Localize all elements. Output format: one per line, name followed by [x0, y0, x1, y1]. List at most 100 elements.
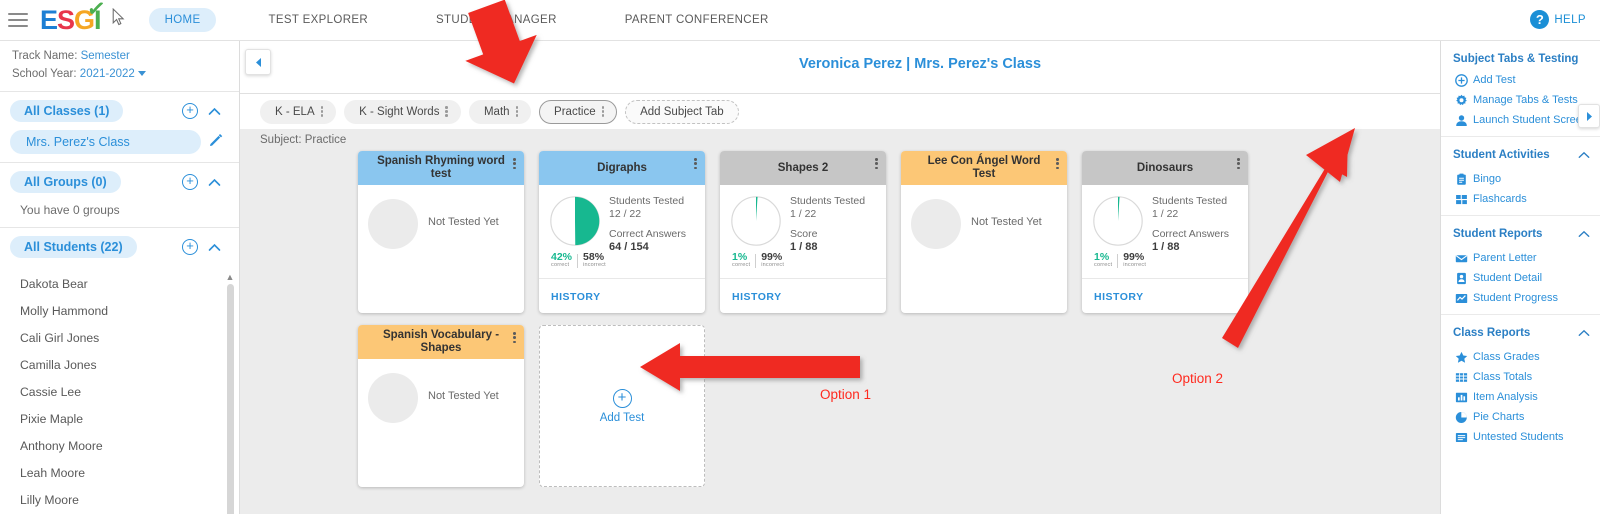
test-card-digraphs[interactable]: Digraphs Students Tested 12 / 22 Correct…	[539, 151, 705, 313]
test-card-dinosaurs[interactable]: Dinosaurs Students Tested 1 / 22 Correct…	[1082, 151, 1248, 313]
right-panel-item-student-progress[interactable]: Student Progress	[1441, 288, 1600, 308]
item-label: Flashcards	[1473, 193, 1527, 205]
right-panel-item-class-grades[interactable]: Class Grades	[1441, 347, 1600, 367]
school-year-row[interactable]: School Year: 2021-2022	[12, 65, 227, 83]
scrollbar-thumb[interactable]	[227, 284, 234, 514]
history-link[interactable]: HISTORY	[1094, 291, 1144, 303]
right-panel-section-student-activities: Student Activities Bingo Flashcards	[1441, 142, 1600, 216]
card-body: Not Tested Yet	[358, 359, 524, 423]
add-test-card[interactable]: + Add Test	[539, 325, 705, 487]
right-panel-item-student-detail[interactable]: Student Detail	[1441, 268, 1600, 288]
sidebar-item-mrs-perez-class[interactable]: Mrs. Perez's Class	[10, 130, 201, 154]
item-label: Manage Tabs & Tests	[1473, 94, 1578, 106]
add-class-plus-circle-icon[interactable]: +	[182, 103, 198, 119]
section-header[interactable]: Class Reports	[1441, 320, 1600, 347]
right-panel-item-pie-charts[interactable]: Pie Charts	[1441, 407, 1600, 427]
subject-tab-k-ela[interactable]: K - ELA	[260, 99, 337, 124]
section-header[interactable]: Student Activities	[1441, 142, 1600, 169]
student-list-scrollbar[interactable]: ▲	[225, 272, 235, 514]
right-panel-item-launch-student-screen[interactable]: Launch Student Screen	[1441, 110, 1600, 130]
divider	[1117, 254, 1119, 268]
chevron-down-icon[interactable]	[137, 71, 146, 77]
track-name-value: Semester	[80, 50, 130, 62]
subject-tab-math[interactable]: Math	[468, 99, 532, 124]
test-card-spanish-rhyming[interactable]: Spanish Rhyming word test Not Tested Yet	[358, 151, 524, 313]
history-link[interactable]: HISTORY	[732, 291, 782, 303]
right-panel-item-flashcards[interactable]: Flashcards	[1441, 189, 1600, 209]
list-item[interactable]: Leah Moore	[0, 459, 239, 486]
right-panel-item-parent-letter[interactable]: Parent Letter	[1441, 248, 1600, 268]
class-row: Mrs. Perez's Class	[0, 130, 239, 162]
subject-tab-practice[interactable]: Practice	[539, 99, 618, 124]
all-classes-chevron-up-icon[interactable]	[208, 107, 221, 116]
test-card-shapes-2[interactable]: Shapes 2 Students Tested 1 / 22 Score 1 …	[720, 151, 886, 313]
kebab-menu-icon[interactable]	[600, 106, 607, 117]
help-button[interactable]: ? HELP	[1530, 10, 1586, 29]
list-item[interactable]: Camilla Jones	[0, 351, 239, 378]
all-groups-title[interactable]: All Groups (0)	[10, 171, 121, 193]
left-sidebar: Track Name: Semester School Year: 2021-2…	[0, 41, 240, 514]
kebab-menu-icon[interactable]	[511, 332, 518, 344]
right-panel-item-class-totals[interactable]: Class Totals	[1441, 367, 1600, 387]
students-tested-value: 12 / 22	[609, 208, 642, 220]
scroll-up-icon[interactable]: ▲	[225, 272, 235, 282]
all-classes-title[interactable]: All Classes (1)	[10, 100, 124, 122]
chevron-up-icon[interactable]	[1578, 225, 1590, 243]
esgi-logo[interactable]: ESGI ✓	[40, 0, 106, 34]
students-tested-label: Students Tested	[609, 195, 685, 207]
subject-tab-label: Math	[483, 105, 510, 118]
right-panel-item-add-test[interactable]: Add Test	[1441, 70, 1600, 90]
score-label: Correct Answers	[609, 228, 687, 240]
nav-item-student-manager[interactable]: STUDENT MANAGER	[420, 8, 573, 32]
item-label: Class Grades	[1473, 351, 1540, 363]
add-group-plus-circle-icon[interactable]: +	[182, 174, 198, 190]
test-card-lee-con-angel[interactable]: Lee Con Ángel Word Test Not Tested Yet	[901, 151, 1067, 313]
item-label: Class Totals	[1473, 371, 1533, 383]
collapse-right-panel-button[interactable]	[1578, 104, 1600, 128]
chevron-up-icon[interactable]	[1578, 324, 1590, 342]
all-students-title[interactable]: All Students (22)	[10, 236, 137, 258]
nav-item-home[interactable]: HOME	[148, 8, 217, 32]
add-subject-tab-button[interactable]: Add Subject Tab	[625, 99, 739, 124]
item-label: Parent Letter	[1473, 252, 1537, 264]
kebab-menu-icon[interactable]	[514, 106, 521, 117]
kebab-menu-icon[interactable]	[692, 158, 699, 170]
subject-tab-k-sight-words[interactable]: K - Sight Words	[344, 99, 461, 124]
pie-chart-icon	[1455, 411, 1468, 424]
main-header: Veronica Perez | Mrs. Perez's Class	[240, 41, 1600, 94]
list-item[interactable]: Cali Girl Jones	[0, 324, 239, 351]
percent-incorrect-label: incorrect	[583, 262, 606, 268]
section-header[interactable]: Student Reports	[1441, 221, 1600, 248]
all-students-chevron-up-icon[interactable]	[208, 243, 221, 252]
right-panel-item-manage-tabs-tests[interactable]: Manage Tabs & Tests	[1441, 90, 1600, 110]
right-panel-item-untested-students[interactable]: Untested Students	[1441, 427, 1600, 447]
list-item[interactable]: Anthony Moore	[0, 432, 239, 459]
kebab-menu-icon[interactable]	[873, 158, 880, 170]
kebab-menu-icon[interactable]	[1235, 158, 1242, 170]
pencil-icon[interactable]	[209, 133, 223, 152]
test-card-spanish-vocabulary-shapes[interactable]: Spanish Vocabulary - Shapes Not Tested Y…	[358, 325, 524, 487]
card-title: Dinosaurs	[1136, 161, 1194, 174]
right-panel-item-item-analysis[interactable]: Item Analysis	[1441, 387, 1600, 407]
groups-empty-text: You have 0 groups	[20, 203, 120, 217]
list-item[interactable]: Dakota Bear	[0, 270, 239, 297]
nav-item-test-explorer[interactable]: TEST EXPLORER	[252, 8, 384, 32]
list-item[interactable]: Molly Hammond	[0, 297, 239, 324]
history-link[interactable]: HISTORY	[551, 291, 601, 303]
kebab-menu-icon[interactable]	[511, 158, 518, 170]
nav-item-parent-conferencer[interactable]: PARENT CONFERENCER	[609, 8, 785, 32]
card-header: Spanish Rhyming word test	[358, 151, 524, 185]
all-groups-chevron-up-icon[interactable]	[208, 178, 221, 187]
kebab-menu-icon[interactable]	[1054, 158, 1061, 170]
list-item[interactable]: Cassie Lee	[0, 378, 239, 405]
kebab-menu-icon[interactable]	[443, 106, 450, 117]
right-panel-item-bingo[interactable]: Bingo	[1441, 169, 1600, 189]
list-item[interactable]: Pixie Maple	[0, 405, 239, 432]
list-item[interactable]: Lilly Moore	[0, 486, 239, 513]
add-student-plus-circle-icon[interactable]: +	[182, 239, 198, 255]
item-label: Launch Student Screen	[1473, 114, 1588, 126]
gear-icon	[1455, 94, 1468, 107]
hamburger-icon[interactable]	[8, 13, 28, 27]
chevron-up-icon[interactable]	[1578, 146, 1590, 164]
kebab-menu-icon[interactable]	[319, 106, 326, 117]
